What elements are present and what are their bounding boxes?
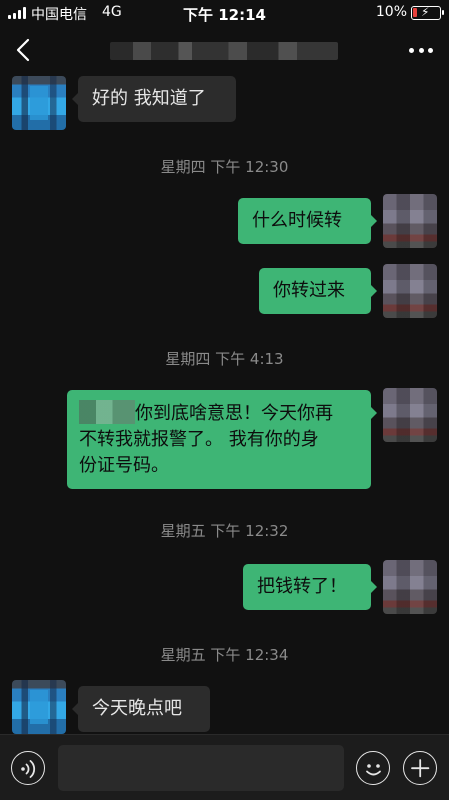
outgoing-message[interactable]: 你到底啥意思！今天你再 不转我就报警了。 我有你的身 份证号码。 [67, 390, 377, 489]
voice-icon[interactable] [11, 751, 45, 785]
user-avatar[interactable] [383, 194, 437, 248]
battery-icon: ⚡ [411, 5, 444, 20]
chevron-left-icon[interactable] [14, 38, 34, 62]
user-avatar[interactable] [383, 264, 437, 318]
user-avatar[interactable] [383, 388, 437, 442]
message-timestamp: 星期五 下午 12:32 [160, 522, 289, 540]
message-text: 今天晚点吧 [92, 698, 182, 719]
contact-avatar[interactable] [12, 680, 66, 734]
status-bar: 中国电信 4G 下午 12:14 10% ⚡ [0, 0, 449, 26]
chat-input-bar [0, 734, 449, 800]
emoji-icon[interactable] [356, 751, 390, 785]
message-timestamp: 星期四 下午 12:30 [160, 158, 289, 176]
chat-header [0, 26, 449, 74]
incoming-message[interactable]: 今天晚点吧 [72, 686, 210, 732]
message-input[interactable] [58, 745, 344, 791]
redacted-name [79, 400, 135, 424]
contact-avatar[interactable] [12, 76, 66, 130]
incoming-message[interactable]: 好的 我知道了 [72, 76, 236, 122]
message-timestamp: 星期四 下午 4:13 [165, 350, 284, 368]
outgoing-message[interactable]: 什么时候转 [238, 198, 377, 244]
plus-icon[interactable] [403, 751, 437, 785]
message-text-line: 不转我就报警了。 我有你的身 [79, 429, 319, 450]
message-text: 把钱转了！ [257, 576, 347, 597]
ellipsis-icon[interactable] [409, 48, 433, 54]
outgoing-message[interactable]: 你转过来 [259, 268, 377, 314]
message-text-line: 你到底啥意思！今天你再 [135, 403, 333, 424]
message-timestamp: 星期五 下午 12:34 [160, 646, 289, 664]
message-text-line: 份证号码。 [79, 455, 169, 476]
message-text: 什么时候转 [252, 210, 342, 231]
user-avatar[interactable] [383, 560, 437, 614]
contact-name-redacted [110, 42, 338, 60]
battery-percent: 10% [375, 4, 407, 20]
message-list[interactable]: 好的 我知道了 星期四 下午 12:30 什么时候转 你转过来 星期四 下午 4… [0, 74, 449, 734]
message-text: 你转过来 [273, 280, 345, 301]
message-text: 好的 我知道了 [92, 88, 206, 109]
outgoing-message[interactable]: 把钱转了！ [243, 564, 377, 610]
